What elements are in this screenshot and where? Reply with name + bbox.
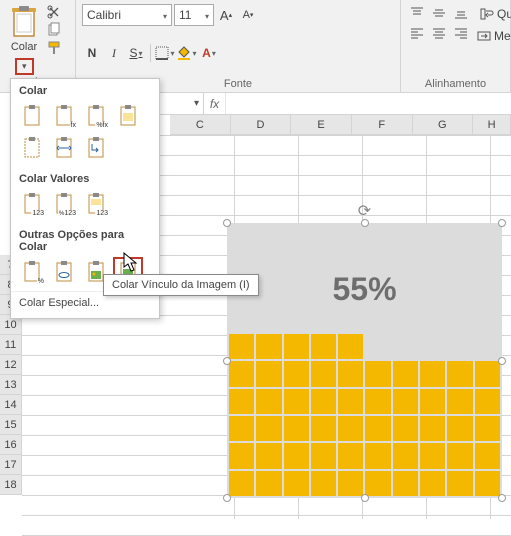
align-right-icon[interactable] [451,24,471,42]
name-box-dropdown[interactable]: ▾ [160,93,204,114]
column-header[interactable]: F [352,115,413,135]
rotate-handle-icon[interactable]: ⟳ [358,201,371,221]
column-header[interactable]: E [291,115,352,135]
paste-all-icon[interactable] [17,101,47,131]
italic-button[interactable]: I [104,43,124,63]
paste-keep-source-icon[interactable] [113,101,143,131]
font-color-button[interactable]: A [199,43,219,63]
waffle-chart[interactable]: 55% ⟳ [227,223,502,498]
align-middle-icon[interactable] [429,4,449,22]
formula-bar: ▾ fx [160,93,511,115]
bold-button[interactable]: N [82,43,102,63]
column-header[interactable]: H [473,115,511,135]
paste-button[interactable]: Colar [6,4,42,56]
align-left-icon[interactable] [407,24,427,42]
paste-dropdown-arrow[interactable]: ▾ [15,58,34,75]
align-bottom-icon[interactable] [451,4,471,22]
row-header[interactable]: 14 [0,395,22,415]
fx-icon[interactable]: fx [204,93,226,114]
row-header[interactable]: 11 [0,335,22,355]
paste-column-widths-icon[interactable] [49,133,79,163]
panel-section-paste: Colar [11,79,159,101]
paste-values-icon[interactable]: 123 [17,189,47,219]
merge-button[interactable]: Mesclar [477,26,511,46]
panel-section-other: Outras Opções para Colar [11,223,159,257]
clipboard-icon [6,4,42,40]
fill-color-button[interactable] [177,43,197,63]
tooltip: Colar Vínculo da Imagem (I) [103,274,259,296]
paste-formulas-icon[interactable]: fx [49,101,79,131]
increase-font-icon[interactable]: A▴ [216,5,236,25]
row-header[interactable]: 18 [0,475,22,495]
column-header[interactable]: D [231,115,292,135]
column-header[interactable]: C [170,115,231,135]
borders-button[interactable] [155,43,175,63]
paste-transpose-icon[interactable] [81,133,111,163]
alignment-group: Quebrar Mesclar Alinhamento [401,0,511,92]
underline-button[interactable]: S [126,43,146,63]
wrap-text-button[interactable]: Quebrar [477,4,511,24]
row-header[interactable]: 13 [0,375,22,395]
paste-formulas-number-icon[interactable]: %fx [81,101,111,131]
row-header[interactable]: 12 [0,355,22,375]
paste-formatting-icon[interactable]: % [17,257,47,287]
column-header[interactable]: G [413,115,474,135]
row-header[interactable]: 15 [0,415,22,435]
font-size-combo[interactable]: 11 [174,4,214,26]
align-center-icon[interactable] [429,24,449,42]
paste-no-borders-icon[interactable] [17,133,47,163]
paste-values-source-icon[interactable]: 123 [81,189,111,219]
chart-value-label: 55% [227,271,502,308]
decrease-font-icon[interactable]: A▾ [238,5,258,25]
paste-values-number-icon[interactable]: %123 [49,189,79,219]
paste-link-icon[interactable] [49,257,79,287]
paste-label: Colar [11,41,37,53]
cut-icon[interactable] [46,4,62,20]
format-painter-icon[interactable] [46,40,62,56]
align-top-icon[interactable] [407,4,427,22]
row-header[interactable]: 17 [0,455,22,475]
copy-icon[interactable] [46,22,62,38]
panel-section-values: Colar Valores [11,167,159,189]
row-header[interactable]: 16 [0,435,22,455]
font-name-combo[interactable]: Calibri [82,4,172,26]
alignment-group-label: Alinhamento [407,76,504,90]
